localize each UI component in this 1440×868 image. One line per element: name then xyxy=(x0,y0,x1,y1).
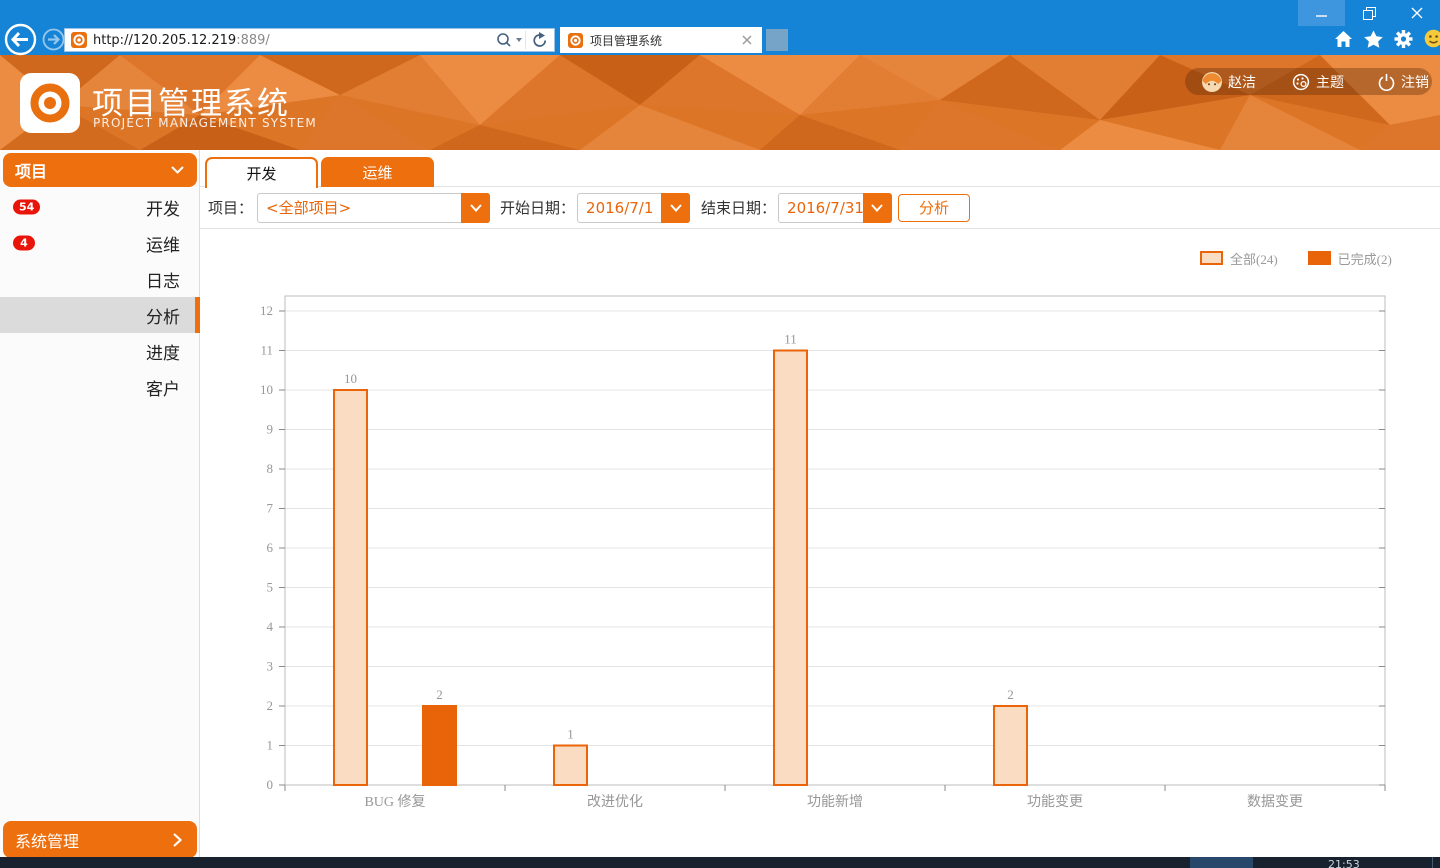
site-favicon xyxy=(71,32,87,48)
chevron-down-icon xyxy=(470,204,482,212)
feedback-smiley-icon[interactable] xyxy=(1424,29,1440,48)
palette-icon xyxy=(1292,73,1310,91)
chevron-right-icon xyxy=(173,833,182,847)
url-text: http://120.205.12.219:889/ xyxy=(93,33,495,48)
project-select-dropdown-button[interactable] xyxy=(461,193,490,223)
tab-favicon xyxy=(568,33,583,48)
window-close-button[interactable] xyxy=(1393,0,1440,26)
browser-titlebar xyxy=(0,0,1440,26)
legend-swatch-all xyxy=(1200,251,1223,265)
taskbar-clock: 21:53 xyxy=(1328,858,1360,868)
user-name: 赵洁 xyxy=(1228,72,1256,92)
dev-count-badge: 54 xyxy=(13,200,40,215)
user-menu[interactable]: 赵洁 xyxy=(1202,72,1256,92)
chart-legend: 全部(24) 已完成(2) xyxy=(1200,249,1418,267)
new-tab-button[interactable] xyxy=(766,29,788,51)
end-date-label: 结束日期： xyxy=(701,197,776,218)
back-icon xyxy=(4,23,37,56)
app-logo xyxy=(20,73,80,133)
favorites-star-icon[interactable] xyxy=(1364,30,1383,48)
window-restore-button[interactable] xyxy=(1346,0,1393,26)
close-icon xyxy=(1411,7,1423,19)
sidebar-item-customers[interactable]: 客户 xyxy=(0,369,200,405)
start-date-input[interactable]: 2016/7/1 xyxy=(577,193,690,223)
sidebar-item-logs[interactable]: 日志 xyxy=(0,261,200,297)
restore-icon xyxy=(1363,7,1376,20)
forward-icon xyxy=(42,28,65,51)
user-avatar xyxy=(1202,72,1222,92)
chevron-down-icon xyxy=(171,166,184,174)
settings-gear-icon[interactable] xyxy=(1394,30,1413,48)
sidebar-system-admin-button[interactable]: 系统管理 xyxy=(3,821,197,858)
end-date-dropdown-button[interactable] xyxy=(863,193,892,223)
logout-button[interactable]: 注销 xyxy=(1378,72,1429,92)
project-filter-label: 项目： xyxy=(208,197,253,218)
search-icon[interactable] xyxy=(495,32,525,48)
ops-count-badge: 4 xyxy=(13,236,35,251)
system-admin-label: 系统管理 xyxy=(15,828,173,852)
legend-swatch-done xyxy=(1308,251,1331,265)
tab-strip: 开发 运维 xyxy=(200,157,1440,187)
chevron-down-icon xyxy=(871,204,883,212)
power-icon xyxy=(1378,73,1395,91)
minimize-icon xyxy=(1316,8,1327,19)
theme-label: 主题 xyxy=(1316,72,1344,92)
theme-button[interactable]: 主题 xyxy=(1292,72,1344,92)
sidebar: 项目 54 开发 4 运维 日志 分析 进度 客户 系统管理 xyxy=(0,150,200,857)
window-minimize-button[interactable] xyxy=(1298,0,1345,26)
end-date-input[interactable]: 2016/7/31 xyxy=(778,193,891,223)
logout-label: 注销 xyxy=(1401,72,1429,92)
start-date-dropdown-button[interactable] xyxy=(661,193,690,223)
tab-close-icon[interactable] xyxy=(742,35,752,45)
home-icon[interactable] xyxy=(1334,30,1353,48)
start-date-label: 开始日期： xyxy=(500,197,575,218)
legend-entry-all[interactable]: 全部(24) xyxy=(1200,249,1278,268)
sidebar-item-analysis[interactable]: 分析 xyxy=(0,297,200,333)
forward-button[interactable] xyxy=(42,28,65,51)
legend-entry-done[interactable]: 已完成(2) xyxy=(1308,249,1392,268)
tab-title: 项目管理系统 xyxy=(590,32,742,49)
browser-tab[interactable]: 项目管理系统 xyxy=(560,27,762,53)
filter-bar: 项目： <全部项目> 开始日期： 2016/7/1 结束日期： 2016/7/3… xyxy=(200,187,1440,229)
taskbar-divider xyxy=(1432,857,1433,868)
app-subtitle: PROJECT MANAGEMENT SYSTEM xyxy=(93,116,317,130)
sidebar-item-progress[interactable]: 进度 xyxy=(0,333,200,369)
analyze-button[interactable]: 分析 xyxy=(898,194,970,222)
sidebar-group-label: 项目 xyxy=(15,158,171,182)
project-select[interactable]: <全部项目> xyxy=(257,193,490,223)
address-bar[interactable]: http://120.205.12.219:889/ xyxy=(64,28,555,52)
user-bar: 赵洁 主题 注销 xyxy=(1185,68,1432,95)
chevron-down-icon xyxy=(670,204,682,212)
browser-toolbar-icons xyxy=(1334,29,1440,48)
sidebar-item-ops[interactable]: 4 运维 xyxy=(0,225,200,261)
windows-taskbar[interactable]: 21:53 xyxy=(0,857,1440,868)
tab-dev[interactable]: 开发 xyxy=(205,157,318,188)
refresh-icon[interactable] xyxy=(526,32,554,48)
back-button[interactable] xyxy=(4,23,37,56)
sidebar-group-project[interactable]: 项目 xyxy=(3,153,197,187)
tab-ops[interactable]: 运维 xyxy=(321,157,434,187)
sidebar-item-dev[interactable]: 54 开发 xyxy=(0,189,200,225)
taskbar-active-segment[interactable] xyxy=(1190,857,1253,868)
main-content: 开发 运维 项目： <全部项目> 开始日期： 2016/7/1 结束日期： 20… xyxy=(200,150,1440,857)
